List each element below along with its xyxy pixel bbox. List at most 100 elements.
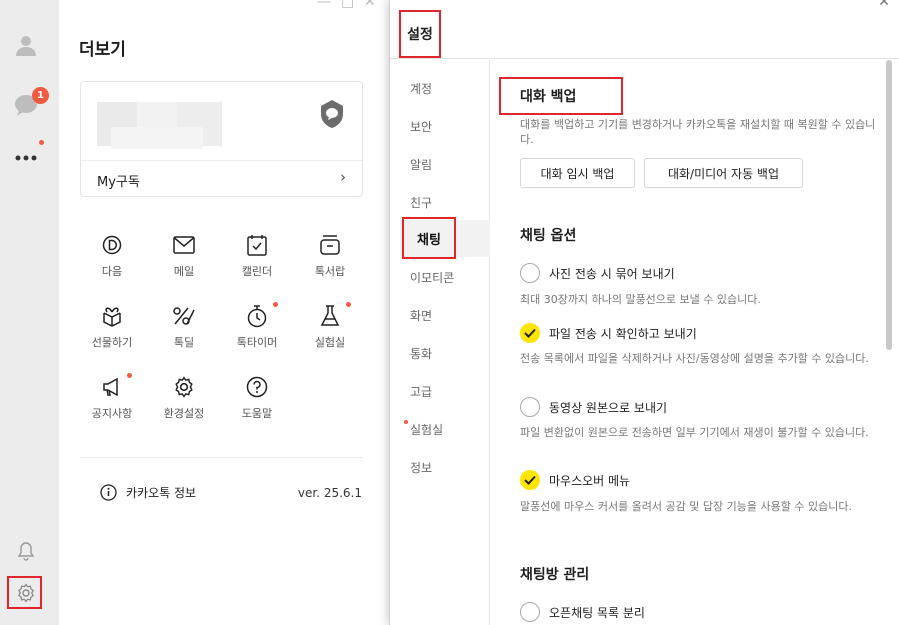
lab-new-dot — [404, 420, 408, 424]
kakaotalk-info-row[interactable]: 카카오톡 정보 ver. 25.6.1 — [100, 484, 362, 501]
nav-item-friends[interactable]: 친구 — [410, 194, 432, 211]
info-icon — [100, 484, 117, 501]
nav-item-security[interactable]: 보안 — [410, 118, 432, 135]
grid-item-mail[interactable]: 메일 — [148, 231, 220, 279]
option-file-confirm[interactable]: 파일 전송 시 확인하고 보내기 — [520, 323, 697, 343]
grid-label: 선물하기 — [91, 336, 133, 349]
grid-item-notice[interactable]: 공지사항 — [76, 373, 148, 421]
option-description: 최대 30장까지 하나의 말풍선으로 보낼 수 있습니다. — [520, 293, 761, 306]
help-icon — [221, 373, 293, 401]
percent-icon — [148, 302, 220, 330]
drawer-icon — [294, 231, 366, 259]
nav-item-emoticons[interactable]: 이모티콘 — [410, 269, 454, 286]
option-description: 전송 목록에서 파일을 삭제하거나 사진/동영상에 설명을 추가할 수 있습니다… — [520, 352, 869, 365]
dialog-header: 설정 ✕ — [390, 0, 899, 59]
option-original-video[interactable]: 동영상 원본으로 보내기 — [520, 397, 667, 417]
radio-unchecked[interactable] — [520, 397, 540, 417]
nav-item-account[interactable]: 계정 — [410, 80, 432, 97]
nav-item-info[interactable]: 정보 — [410, 459, 432, 476]
section-title-room-management: 채팅방 관리 — [520, 567, 590, 583]
option-description: 파일 변환없이 원본으로 전송하면 일부 기기에서 재생이 불가할 수 있습니다… — [520, 426, 869, 439]
nav-item-lab[interactable]: 실험실 — [410, 421, 443, 438]
nav-item-display[interactable]: 화면 — [410, 307, 432, 324]
backup-description: 대화를 백업하고 기기를 변경하거나 카카오톡을 재설치할 때 복원할 수 있습… — [520, 118, 876, 146]
option-label: 마우스오버 메뉴 — [549, 473, 631, 488]
section-title-backup: 대화 백업 — [499, 77, 623, 115]
grid-item-drawer[interactable]: 톡서랍 — [294, 231, 366, 279]
notice-new-dot — [127, 373, 132, 378]
info-label: 카카오톡 정보 — [126, 486, 197, 500]
daum-icon — [76, 231, 148, 259]
grid-label: 다음 — [101, 265, 123, 278]
left-rail: 1 — [0, 0, 59, 625]
settings-nav: 계정 보안 알림 친구 채팅 이모티콘 화면 통화 고급 실험실 정보 — [390, 60, 490, 625]
nav-item-calls[interactable]: 통화 — [410, 345, 432, 362]
grid-item-calendar[interactable]: 캘린더 — [221, 231, 293, 279]
check-icon[interactable] — [520, 323, 540, 343]
gift-icon — [76, 302, 148, 330]
nav-item-chat[interactable]: 채팅 — [402, 217, 456, 259]
grid-label: 톡서랍 — [314, 265, 346, 278]
settings-highlight-box — [7, 576, 42, 609]
grid-item-timer[interactable]: 톡타이머 — [221, 302, 293, 350]
grid-label: 톡딜 — [173, 336, 195, 349]
my-subscription-link[interactable]: My구독 — [97, 171, 140, 190]
more-icon[interactable] — [10, 142, 42, 174]
maximize-icon[interactable]: □ — [341, 0, 354, 10]
grid-label: 실험실 — [314, 336, 346, 349]
option-label: 파일 전송 시 확인하고 보내기 — [549, 326, 697, 341]
option-description: 말풍선에 마우스 커서를 올려서 공감 및 답장 기능을 사용할 수 있습니다. — [520, 500, 852, 513]
chevron-right-icon: › — [340, 168, 346, 186]
dialog-title: 설정 — [399, 10, 441, 58]
option-photo-bundle[interactable]: 사진 전송 시 묶어 보내기 — [520, 263, 675, 283]
version-text: ver. 25.6.1 — [297, 485, 362, 500]
flask-icon — [294, 302, 366, 330]
timer-new-dot — [273, 302, 278, 307]
option-label: 사진 전송 시 묶어 보내기 — [549, 266, 675, 281]
option-mouseover-menu[interactable]: 마우스오버 메뉴 — [520, 470, 630, 490]
grid-label: 캘린더 — [241, 265, 273, 278]
nav-item-notifications[interactable]: 알림 — [410, 156, 432, 173]
grid-label: 톡타이머 — [236, 336, 278, 349]
grid-item-lab[interactable]: 실험실 — [294, 302, 366, 350]
nav-item-advanced[interactable]: 고급 — [410, 383, 432, 400]
megaphone-icon — [76, 373, 148, 401]
grid-label: 메일 — [173, 265, 195, 278]
grid-item-daum[interactable]: 다음 — [76, 231, 148, 279]
option-label: 동영상 원본으로 보내기 — [549, 400, 668, 415]
section-title-chat-options: 채팅 옵션 — [520, 228, 577, 244]
radio-unchecked[interactable] — [520, 263, 540, 283]
shield-icon[interactable] — [319, 99, 345, 133]
mail-icon — [148, 231, 220, 259]
timer-icon — [221, 302, 293, 330]
grid-label: 공지사항 — [91, 407, 133, 420]
more-panel: — □ ✕ 더보기 My구독 › 다음 메일 캘린더 톡서랍 선물하기 톡딜 톡… — [59, 0, 385, 625]
page-title: 더보기 — [79, 40, 126, 60]
grid-item-help[interactable]: 도움말 — [221, 373, 293, 421]
unread-badge: 1 — [32, 87, 49, 104]
close-icon[interactable]: ✕ — [364, 0, 376, 10]
temp-backup-button[interactable]: 대화 임시 백업 — [520, 158, 635, 188]
card-divider — [81, 160, 362, 161]
grid-label: 도움말 — [241, 407, 273, 420]
profile-card[interactable]: My구독 › — [80, 81, 363, 197]
auto-backup-button[interactable]: 대화/미디어 자동 백업 — [644, 158, 803, 188]
check-icon[interactable] — [520, 470, 540, 490]
grid-item-settings[interactable]: 환경설정 — [148, 373, 220, 421]
option-openchat-separate[interactable]: 오픈채팅 목록 분리 — [520, 602, 645, 622]
dialog-close-icon[interactable]: ✕ — [878, 0, 890, 10]
grid-label: 환경설정 — [163, 407, 205, 420]
settings-dialog: 설정 ✕ 계정 보안 알림 친구 채팅 이모티콘 화면 통화 고급 실험실 정보… — [389, 0, 899, 625]
divider — [80, 457, 363, 458]
option-label: 오픈채팅 목록 분리 — [549, 605, 645, 620]
friends-icon[interactable] — [10, 29, 42, 61]
settings-content: 대화 백업 대화를 백업하고 기기를 변경하거나 카카오톡을 재설치할 때 복원… — [491, 60, 891, 625]
notification-bell-icon[interactable] — [10, 535, 42, 567]
gear-icon — [148, 373, 220, 401]
grid-item-talkdeal[interactable]: 톡딜 — [148, 302, 220, 350]
more-new-dot — [39, 140, 44, 145]
scrollbar-thumb[interactable] — [886, 60, 892, 350]
grid-item-gift[interactable]: 선물하기 — [76, 302, 148, 350]
radio-unchecked[interactable] — [520, 602, 540, 622]
minimize-icon[interactable]: — — [317, 0, 331, 10]
